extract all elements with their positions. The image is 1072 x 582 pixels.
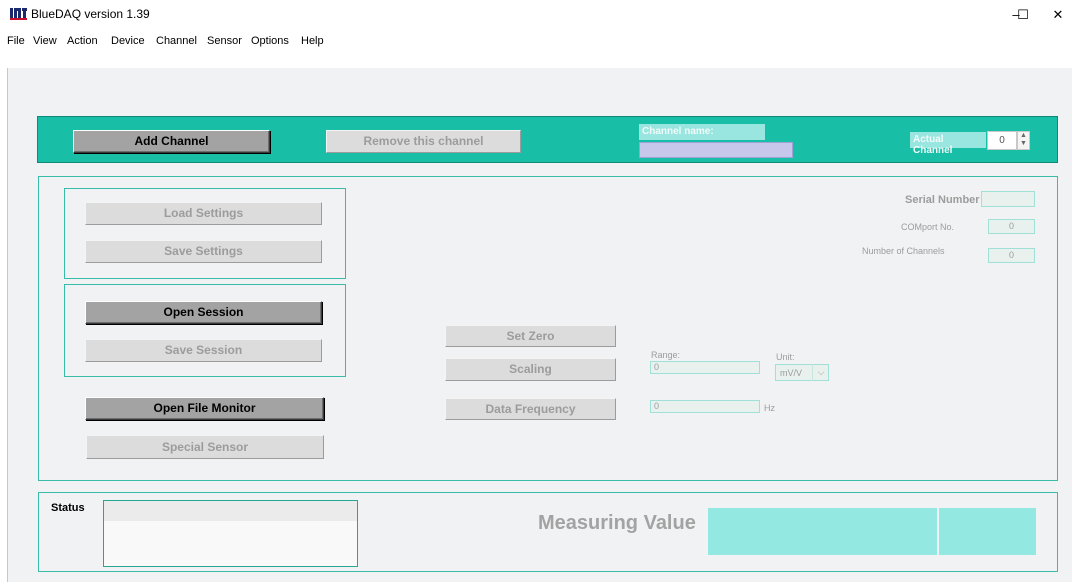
actual-channel-spinner[interactable]: ▲ ▼ [1017, 131, 1030, 150]
remove-channel-button[interactable]: Remove this channel [326, 130, 521, 153]
title-bar [0, 0, 1072, 30]
unit-label: Unit: [776, 352, 795, 362]
menu-bar: File View Action Device Channel Sensor O… [0, 30, 1072, 54]
menu-device[interactable]: Device [111, 35, 145, 47]
number-of-channels-label: Number of Channels [862, 246, 945, 256]
measuring-unit-display [939, 508, 1036, 555]
status-label: Status [51, 502, 85, 514]
frequency-unit-label: Hz [764, 403, 775, 413]
unit-select-value: mV/V [780, 368, 803, 378]
close-button[interactable]: ✕ [1044, 0, 1072, 30]
status-text [104, 501, 357, 521]
actual-channel-input[interactable]: 0 [987, 131, 1017, 150]
app-logo-icon [10, 8, 27, 20]
special-sensor-button[interactable]: Special Sensor [86, 435, 324, 459]
data-frequency-button[interactable]: Data Frequency [445, 398, 616, 420]
maximize-button[interactable]: ☐ [1000, 0, 1046, 30]
save-session-button[interactable]: Save Session [85, 339, 322, 362]
load-settings-button[interactable]: Load Settings [85, 202, 322, 225]
menu-help[interactable]: Help [301, 35, 324, 47]
menu-action[interactable]: Action [67, 35, 98, 47]
range-label: Range: [651, 350, 681, 360]
set-zero-button[interactable]: Set Zero [445, 325, 616, 347]
frequency-input[interactable]: 0 [650, 400, 760, 413]
number-of-channels-field: 0 [988, 248, 1035, 263]
serial-number-label: Serial Number [905, 194, 980, 206]
open-session-button[interactable]: Open Session [85, 301, 322, 324]
spin-down-icon[interactable]: ▼ [1018, 140, 1029, 148]
range-input[interactable]: 0 [650, 361, 760, 374]
measuring-value-label: Measuring Value [538, 512, 696, 534]
open-file-monitor-button[interactable]: Open File Monitor [85, 397, 324, 420]
comport-label: COMport No. [901, 222, 955, 232]
scaling-button[interactable]: Scaling [445, 358, 616, 381]
spin-up-icon[interactable]: ▲ [1018, 132, 1029, 140]
measuring-value-display [708, 508, 937, 555]
actual-channel-label: Actual Channel [910, 132, 986, 156]
channel-name-label: Channel name: [639, 124, 765, 140]
menu-file[interactable]: File [7, 35, 25, 47]
window-title: BlueDAQ version 1.39 [31, 7, 150, 21]
add-channel-button[interactable]: Add Channel [73, 130, 270, 153]
save-settings-button[interactable]: Save Settings [85, 240, 322, 263]
menu-channel[interactable]: Channel [156, 35, 197, 47]
session-group [64, 284, 346, 377]
menu-options[interactable]: Options [251, 35, 289, 47]
serial-number-field [981, 191, 1035, 207]
menu-sensor[interactable]: Sensor [207, 35, 242, 47]
chevron-down-icon[interactable]: ⌵ [812, 364, 829, 381]
comport-field: 0 [988, 219, 1035, 234]
menu-view[interactable]: View [33, 35, 57, 47]
channel-name-input[interactable] [639, 142, 793, 158]
